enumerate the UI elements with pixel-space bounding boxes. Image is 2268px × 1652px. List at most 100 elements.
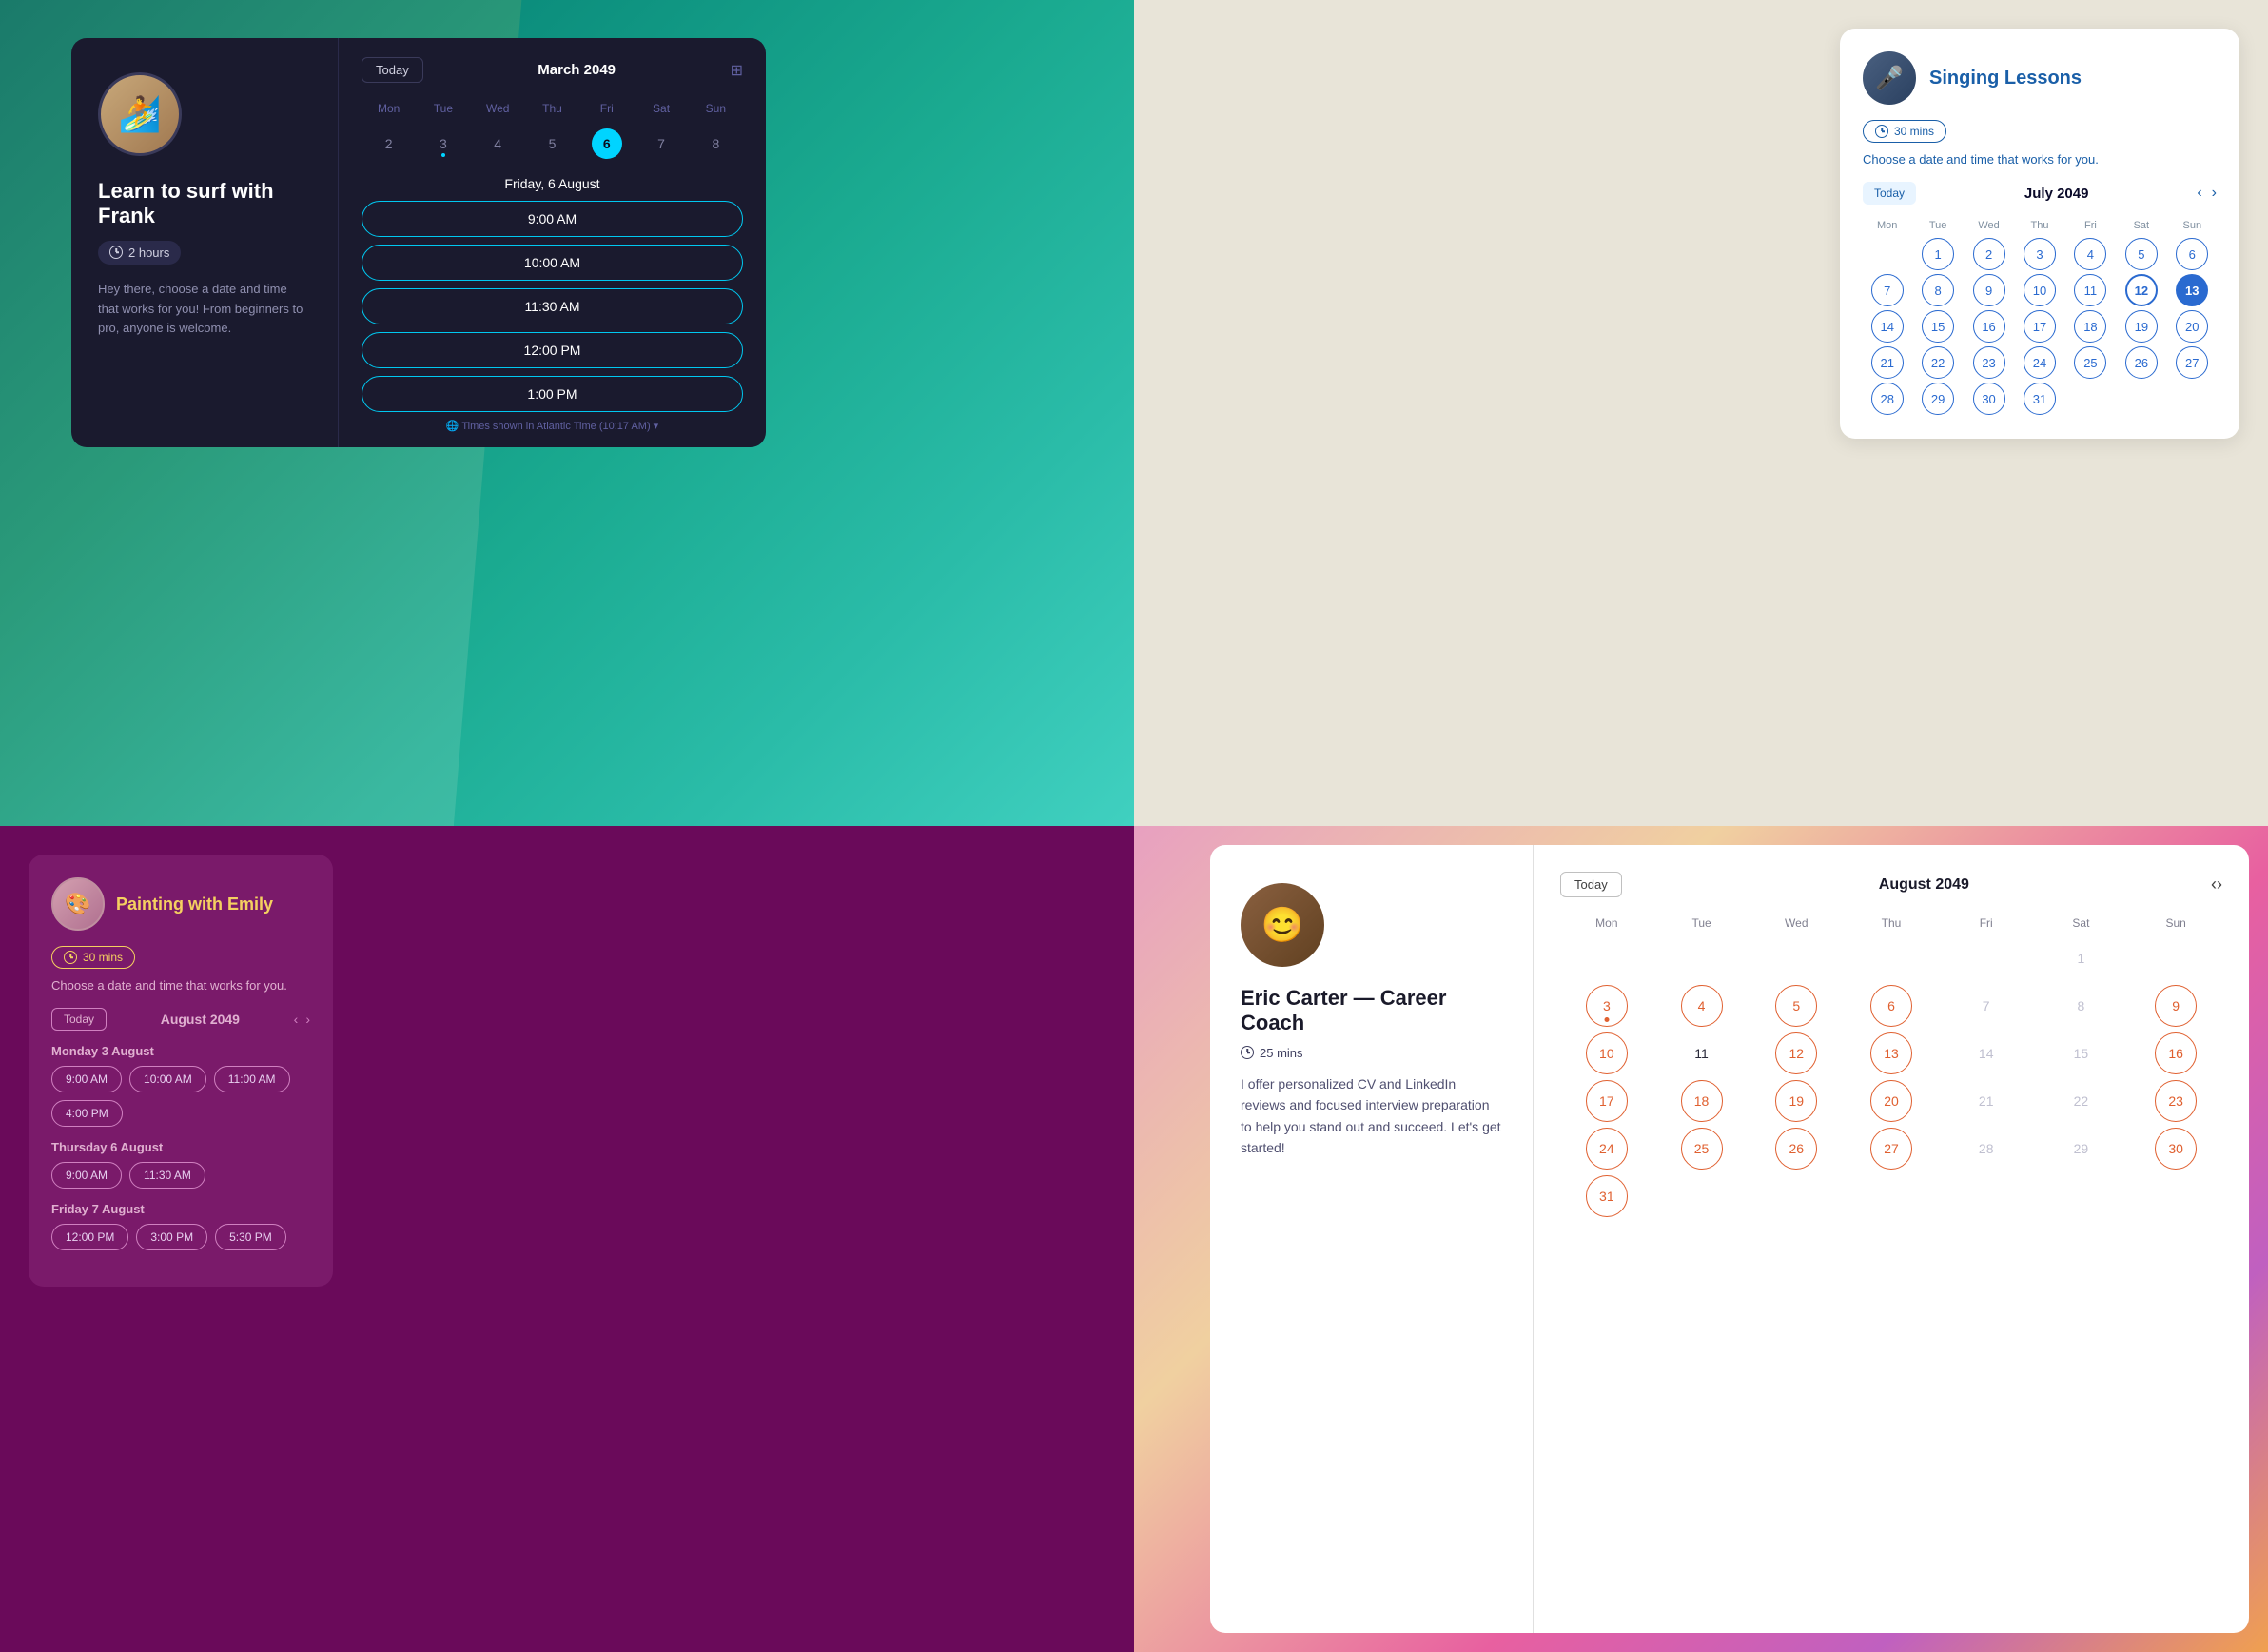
eric-panel: 😊 Eric Carter — Career Coach 25 mins I o… [1210,845,2249,1633]
surf-description: Hey there, choose a date and time that w… [98,280,311,339]
surf-calendar-panel: Today March 2049 ⊞ Mon Tue Wed Thu Fri S… [338,38,766,447]
cal-day-27[interactable]: 27 [2176,346,2208,379]
cal-day-7[interactable]: 7 [1871,274,1904,306]
painting-slot-mon-2[interactable]: 10:00 AM [129,1066,206,1092]
cal-day-2[interactable]: 2 [1973,238,2005,270]
eric-day-18[interactable]: 18 [1681,1080,1723,1122]
cal-day-13[interactable]: 13 [2176,274,2208,306]
painting-slot-mon-3[interactable]: 11:00 AM [214,1066,290,1092]
painting-slot-mon-1[interactable]: 9:00 AM [51,1066,122,1092]
surf-slot-4[interactable]: 12:00 PM [362,332,743,368]
surf-day-6[interactable]: 6 [592,128,622,159]
cal-day-30[interactable]: 30 [1973,383,2005,415]
surf-slot-3[interactable]: 11:30 AM [362,288,743,324]
surf-selected-date: Friday, 6 August [362,176,743,191]
painting-group-monday-label: Monday 3 August [51,1044,310,1058]
painting-slot-fri-2[interactable]: 3:00 PM [136,1224,207,1250]
cal-day-21[interactable]: 21 [1871,346,1904,379]
singing-next-button[interactable]: › [2212,185,2217,202]
painting-slot-thu-1[interactable]: 9:00 AM [51,1162,122,1189]
surf-day-7[interactable]: 7 [646,128,676,159]
surf-day-3[interactable]: 3 [428,128,459,159]
painting-friday-slots: 12:00 PM 3:00 PM 5:30 PM [51,1224,310,1250]
cal-day-8[interactable]: 8 [1922,274,1954,306]
eric-day-9[interactable]: 9 [2155,985,2197,1027]
cal-day-26[interactable]: 26 [2125,346,2158,379]
painting-slot-thu-2[interactable]: 11:30 AM [129,1162,205,1189]
eric-next-button[interactable]: › [2217,875,2222,895]
eric-day-27[interactable]: 27 [1870,1128,1912,1170]
cal-day-22[interactable]: 22 [1922,346,1954,379]
surf-slot-5[interactable]: 1:00 PM [362,376,743,412]
painting-duration-badge: 30 mins [51,946,135,969]
eric-clock-icon [1241,1046,1254,1059]
eric-day-10[interactable]: 10 [1586,1032,1628,1074]
eric-day-12[interactable]: 12 [1775,1032,1817,1074]
cal-day-4[interactable]: 4 [2074,238,2106,270]
eric-day-24[interactable]: 24 [1586,1128,1628,1170]
surf-slot-1[interactable]: 9:00 AM [362,201,743,237]
eric-day-13[interactable]: 13 [1870,1032,1912,1074]
eric-day-31[interactable]: 31 [1586,1175,1628,1217]
cal-day-24[interactable]: 24 [2024,346,2056,379]
singing-today-button[interactable]: Today [1863,182,1916,205]
surf-grid-icon[interactable]: ⊞ [731,61,743,80]
eric-day-26[interactable]: 26 [1775,1128,1817,1170]
singing-avatar: 🎤 [1863,51,1916,105]
cal-day-29[interactable]: 29 [1922,383,1954,415]
eric-day-3[interactable]: 3 [1586,985,1628,1027]
eric-day-19[interactable]: 19 [1775,1080,1817,1122]
surf-day-5[interactable]: 5 [537,128,567,159]
eric-day-6[interactable]: 6 [1870,985,1912,1027]
eric-day-23[interactable]: 23 [2155,1080,2197,1122]
cal-day-28[interactable]: 28 [1871,383,1904,415]
surf-day-4[interactable]: 4 [482,128,513,159]
surf-day-2[interactable]: 2 [374,128,404,159]
cal-day-25[interactable]: 25 [2074,346,2106,379]
surf-slot-2[interactable]: 10:00 AM [362,245,743,281]
eric-day-5[interactable]: 5 [1775,985,1817,1027]
eric-day-30[interactable]: 30 [2155,1128,2197,1170]
cal-day-15[interactable]: 15 [1922,310,1954,343]
cal-day-11[interactable]: 11 [2074,274,2106,306]
cal-day-23[interactable]: 23 [1973,346,2005,379]
cal-day-9[interactable]: 9 [1973,274,2005,306]
cal-day-17[interactable]: 17 [2024,310,2056,343]
surf-today-button[interactable]: Today [362,57,423,83]
surf-day-8[interactable]: 8 [700,128,731,159]
singing-cal-nav: Today July 2049 ‹ › [1863,182,2217,205]
singing-prev-button[interactable]: ‹ [2197,185,2201,202]
cal-day-18[interactable]: 18 [2074,310,2106,343]
painting-today-button[interactable]: Today [51,1008,107,1031]
cal-day-19[interactable]: 19 [2125,310,2158,343]
eric-day-25[interactable]: 25 [1681,1128,1723,1170]
cal-day-20[interactable]: 20 [2176,310,2208,343]
eric-day-17[interactable]: 17 [1586,1080,1628,1122]
eric-day-20[interactable]: 20 [1870,1080,1912,1122]
cal-day-1[interactable]: 1 [1922,238,1954,270]
painting-slot-fri-1[interactable]: 12:00 PM [51,1224,128,1250]
cal-day-6[interactable]: 6 [2176,238,2208,270]
eric-calendar-panel: Today August 2049 ‹ › Mon Tue Wed Thu Fr… [1534,845,2249,1633]
painting-prev-button[interactable]: ‹ [294,1012,299,1027]
eric-day-16[interactable]: 16 [2155,1032,2197,1074]
eric-day-29: 29 [2060,1128,2102,1170]
cal-day-10[interactable]: 10 [2024,274,2056,306]
cal-day-12[interactable]: 12 [2125,274,2158,306]
cal-day-16[interactable]: 16 [1973,310,2005,343]
cal-day-3[interactable]: 3 [2024,238,2056,270]
surf-section: 🏄 Learn to surf with Frank 2 hours Hey t… [0,0,1134,826]
singing-card: 🎤 Singing Lessons 30 mins Choose a date … [1840,29,2239,439]
painting-slot-mon-4[interactable]: 4:00 PM [51,1100,123,1127]
cal-day-14[interactable]: 14 [1871,310,1904,343]
eric-day-15: 15 [2060,1032,2102,1074]
cal-day-31[interactable]: 31 [2024,383,2056,415]
eric-day-4[interactable]: 4 [1681,985,1723,1027]
painting-slot-fri-3[interactable]: 5:30 PM [215,1224,286,1250]
cal-day-5[interactable]: 5 [2125,238,2158,270]
eric-day-28: 28 [1965,1128,2007,1170]
surf-month-label: March 2049 [538,62,616,78]
painting-next-button[interactable]: › [305,1012,310,1027]
surf-avatar: 🏄 [98,72,182,156]
eric-today-button[interactable]: Today [1560,872,1622,897]
